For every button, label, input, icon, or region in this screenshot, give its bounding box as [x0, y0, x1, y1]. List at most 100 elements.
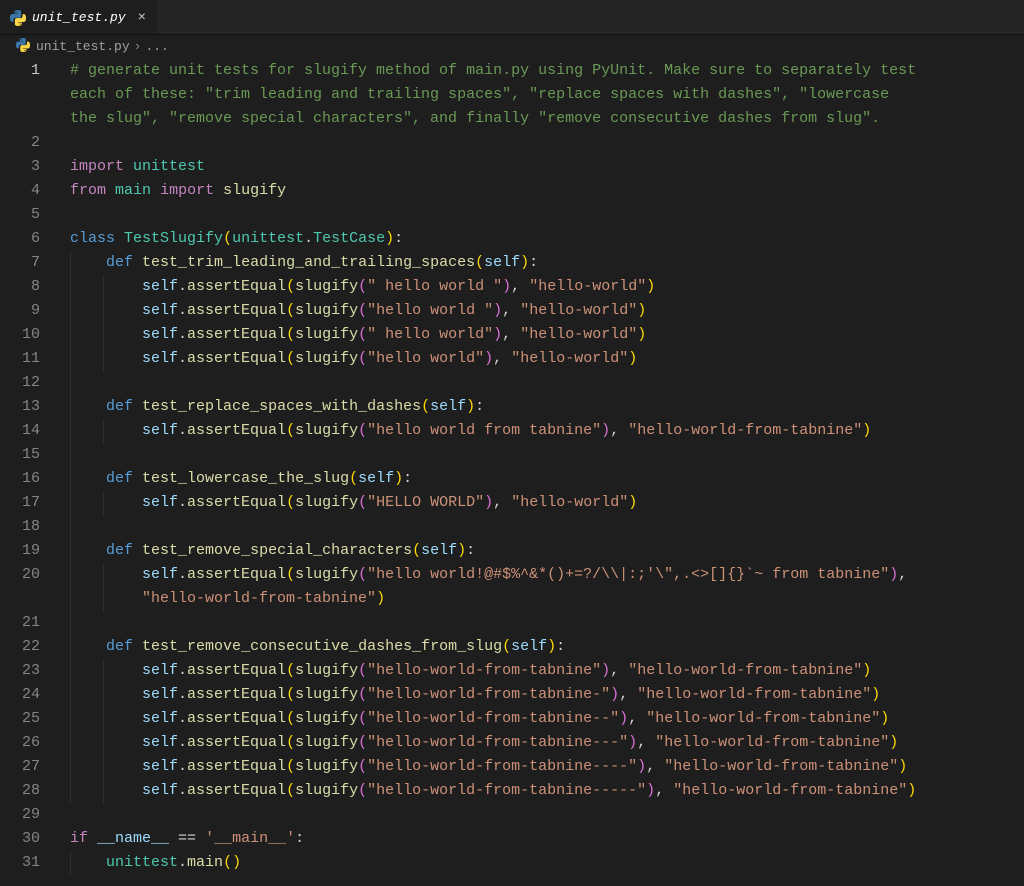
indent-guide [70, 371, 71, 395]
code-token: each of these: "trim leading and trailin… [70, 86, 898, 103]
code-token: : [529, 254, 538, 271]
code-token [70, 566, 142, 583]
code-line[interactable]: def test_trim_leading_and_trailing_space… [58, 251, 1024, 275]
indent-guide [70, 539, 71, 563]
line-number: 10 [0, 323, 58, 347]
line-number: 19 [0, 539, 58, 563]
code-token: . [178, 566, 187, 583]
breadcrumb-rest[interactable]: ... [145, 39, 168, 54]
code-line[interactable]: # generate unit tests for slugify method… [58, 59, 1024, 83]
code-token: test_remove_consecutive_dashes_from_slug [142, 638, 502, 655]
indent-guide [103, 587, 104, 611]
code-token: class [70, 230, 115, 247]
indent-guide [103, 779, 104, 803]
code-token: ) [646, 278, 655, 295]
code-token: () [223, 854, 241, 871]
code-line[interactable]: import unittest [58, 155, 1024, 179]
code-line[interactable]: each of these: "trim leading and trailin… [58, 83, 1024, 107]
code-line[interactable]: self.assertEqual(slugify("HELLO WORLD"),… [58, 491, 1024, 515]
code-token: ) [601, 422, 610, 439]
indent-guide [103, 659, 104, 683]
tab-unit-test[interactable]: unit_test.py × [0, 0, 158, 34]
code-line[interactable]: self.assertEqual(slugify("hello-world-fr… [58, 683, 1024, 707]
code-line[interactable]: self.assertEqual(slugify("hello world"),… [58, 347, 1024, 371]
code-line[interactable]: def test_lowercase_the_slug(self): [58, 467, 1024, 491]
code-token: test_remove_special_characters [142, 542, 412, 559]
code-area[interactable]: # generate unit tests for slugify method… [58, 57, 1024, 875]
code-token: ( [358, 782, 367, 799]
breadcrumb-file[interactable]: unit_test.py [36, 39, 130, 54]
code-line[interactable]: self.assertEqual(slugify("hello-world-fr… [58, 659, 1024, 683]
indent-guide [103, 755, 104, 779]
code-line[interactable]: self.assertEqual(slugify("hello-world-fr… [58, 755, 1024, 779]
code-token: self [142, 422, 178, 439]
tab-close-icon[interactable]: × [136, 9, 148, 27]
code-line[interactable]: def test_replace_spaces_with_dashes(self… [58, 395, 1024, 419]
code-line[interactable] [58, 515, 1024, 539]
code-line[interactable] [58, 611, 1024, 635]
code-token: ) [376, 590, 385, 607]
code-line[interactable]: self.assertEqual(slugify("hello-world-fr… [58, 707, 1024, 731]
code-line[interactable]: if __name__ == '__main__': [58, 827, 1024, 851]
line-number: 14 [0, 419, 58, 443]
code-token: ( [286, 494, 295, 511]
code-token: the slug", "remove special characters", … [70, 110, 880, 127]
code-token: "hello-world-from-tabnine-----" [367, 782, 646, 799]
code-line[interactable]: def test_remove_special_characters(self)… [58, 539, 1024, 563]
indent-guide [70, 731, 71, 755]
indent-guide [70, 299, 71, 323]
code-token [88, 830, 97, 847]
breadcrumb[interactable]: unit_test.py › ... [0, 35, 1024, 57]
code-token: "HELLO WORLD" [367, 494, 484, 511]
code-line[interactable] [58, 371, 1024, 395]
code-line[interactable]: self.assertEqual(slugify(" hello world "… [58, 275, 1024, 299]
code-line[interactable]: self.assertEqual(slugify("hello-world-fr… [58, 779, 1024, 803]
code-token: , [637, 734, 655, 751]
code-token: ) [637, 326, 646, 343]
editor[interactable]: 1234567891011121314151617181920212223242… [0, 57, 1024, 875]
code-line[interactable] [58, 443, 1024, 467]
code-line[interactable]: self.assertEqual(slugify("hello world ")… [58, 299, 1024, 323]
code-token: self [142, 662, 178, 679]
code-token: slugify [223, 182, 286, 199]
code-token: ) [619, 710, 628, 727]
code-token [151, 182, 160, 199]
code-token: self [142, 782, 178, 799]
indent-guide [103, 419, 104, 443]
code-line[interactable]: self.assertEqual(slugify("hello world!@#… [58, 563, 1024, 587]
code-token [133, 254, 142, 271]
code-token: ) [466, 398, 475, 415]
code-token: ( [286, 326, 295, 343]
indent-guide [70, 251, 71, 275]
indent-guide [70, 323, 71, 347]
code-line[interactable]: self.assertEqual(slugify("hello-world-fr… [58, 731, 1024, 755]
code-token: . [178, 494, 187, 511]
code-token: self [142, 710, 178, 727]
code-line[interactable]: unittest.main() [58, 851, 1024, 875]
line-number: 25 [0, 707, 58, 731]
code-line[interactable] [58, 803, 1024, 827]
code-token: . [178, 278, 187, 295]
code-line[interactable] [58, 131, 1024, 155]
code-token: ) [646, 782, 655, 799]
code-line[interactable]: "hello-world-from-tabnine") [58, 587, 1024, 611]
code-line[interactable]: self.assertEqual(slugify("hello world fr… [58, 419, 1024, 443]
code-token: ( [286, 758, 295, 775]
code-line[interactable]: self.assertEqual(slugify(" hello world")… [58, 323, 1024, 347]
code-token [124, 158, 133, 175]
code-line[interactable]: the slug", "remove special characters", … [58, 107, 1024, 131]
code-line[interactable]: from main import slugify [58, 179, 1024, 203]
indent-guide [70, 395, 71, 419]
code-token: test_trim_leading_and_trailing_spaces [142, 254, 475, 271]
code-token: def [106, 254, 133, 271]
code-token: self [142, 686, 178, 703]
code-token: , [493, 350, 511, 367]
code-token: ) [610, 686, 619, 703]
line-number: 13 [0, 395, 58, 419]
code-line[interactable]: def test_remove_consecutive_dashes_from_… [58, 635, 1024, 659]
python-file-icon [10, 10, 26, 26]
code-token: __name__ [97, 830, 169, 847]
tab-filename: unit_test.py [32, 10, 126, 25]
code-line[interactable] [58, 203, 1024, 227]
code-line[interactable]: class TestSlugify(unittest.TestCase): [58, 227, 1024, 251]
